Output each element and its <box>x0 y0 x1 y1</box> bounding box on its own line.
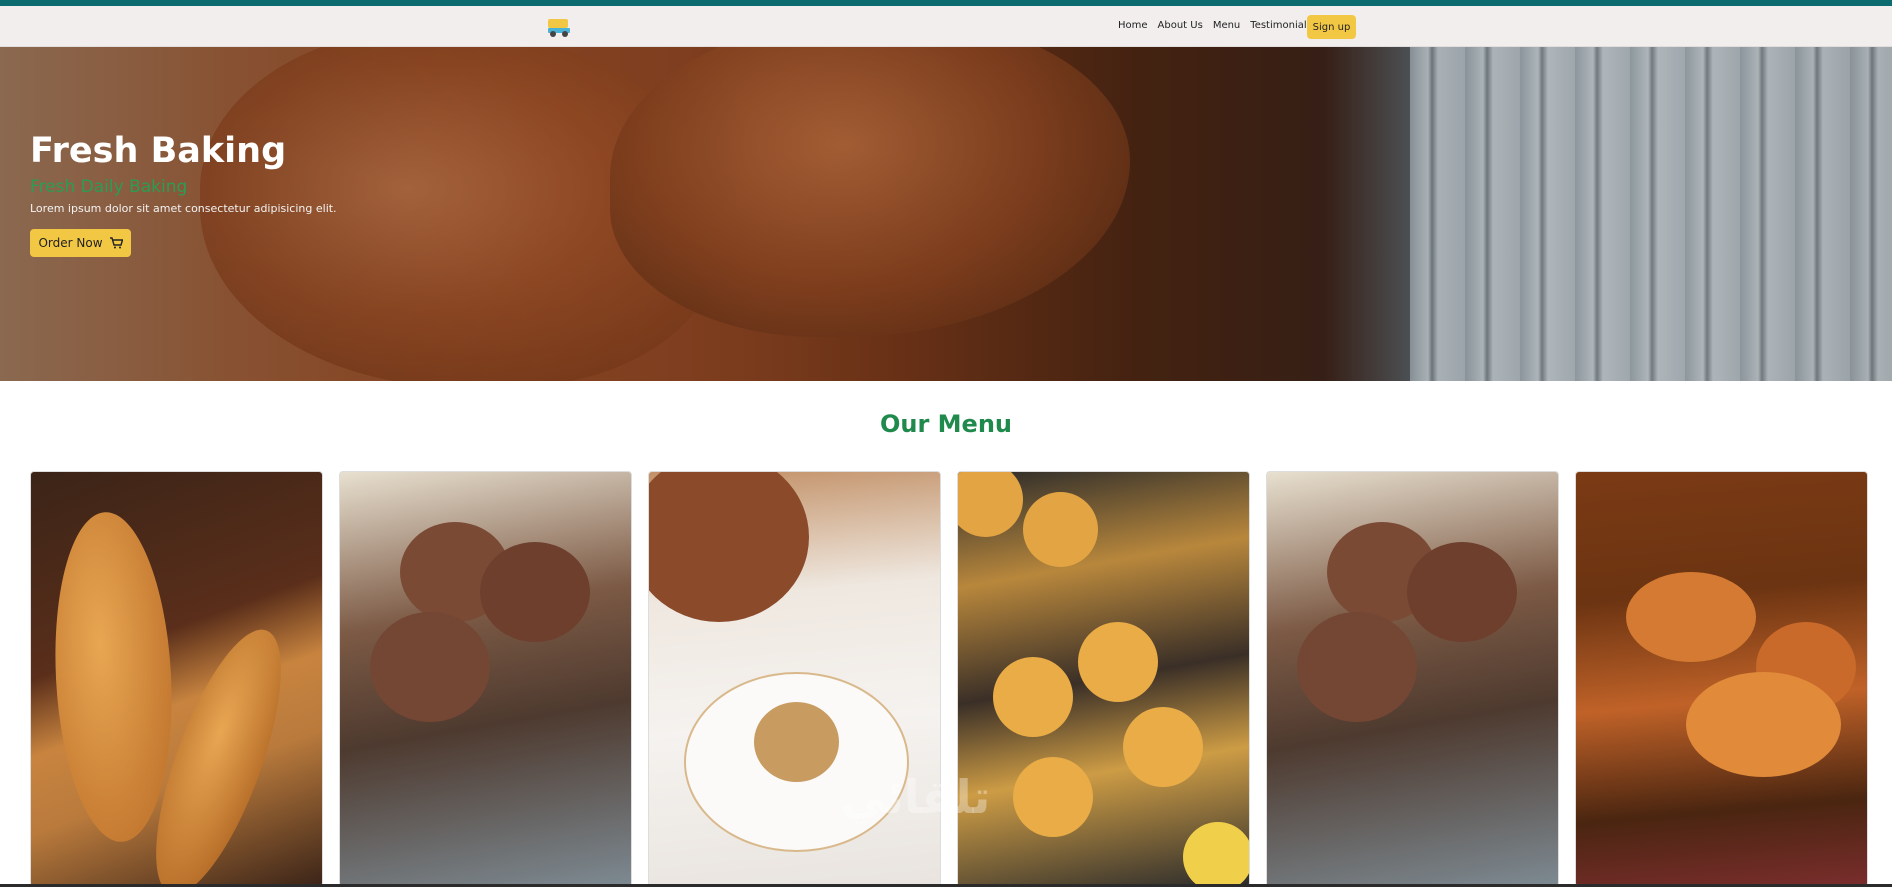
watermark: تلقائي <box>840 770 991 824</box>
menu-cards <box>30 471 1868 887</box>
hero-banner: Fresh Baking Fresh Daily Baking Lorem ip… <box>0 47 1892 381</box>
nav-home[interactable]: Home <box>1118 20 1148 31</box>
menu-card-muffins-top[interactable] <box>957 471 1250 887</box>
nav-links: Home About Us Menu Testimonial <box>1118 20 1307 31</box>
nav-about[interactable]: About Us <box>1158 20 1203 31</box>
cart-icon <box>109 237 123 249</box>
signup-button[interactable]: Sign up <box>1307 15 1356 39</box>
nav-menu[interactable]: Menu <box>1213 20 1240 31</box>
menu-section-title: Our Menu <box>879 410 1012 438</box>
navbar: Home About Us Menu Testimonial Sign up <box>0 6 1892 47</box>
bakery-truck-logo-icon[interactable] <box>546 16 572 38</box>
menu-card-blueberry-muffins[interactable] <box>339 471 632 887</box>
hero-subtitle: Fresh Daily Baking <box>30 177 188 197</box>
menu-card-croissants[interactable] <box>1575 471 1868 887</box>
hero-text: Lorem ipsum dolor sit amet consectetur a… <box>30 202 337 215</box>
menu-card-cupcake-plate[interactable] <box>648 471 941 887</box>
order-now-button[interactable]: Order Now <box>30 229 131 257</box>
hero-title: Fresh Baking <box>30 131 287 171</box>
menu-card-baguettes[interactable] <box>30 471 323 887</box>
menu-card-blueberry-muffins-2[interactable] <box>1266 471 1559 887</box>
order-now-label: Order Now <box>38 236 103 250</box>
nav-testimonial[interactable]: Testimonial <box>1250 20 1306 31</box>
